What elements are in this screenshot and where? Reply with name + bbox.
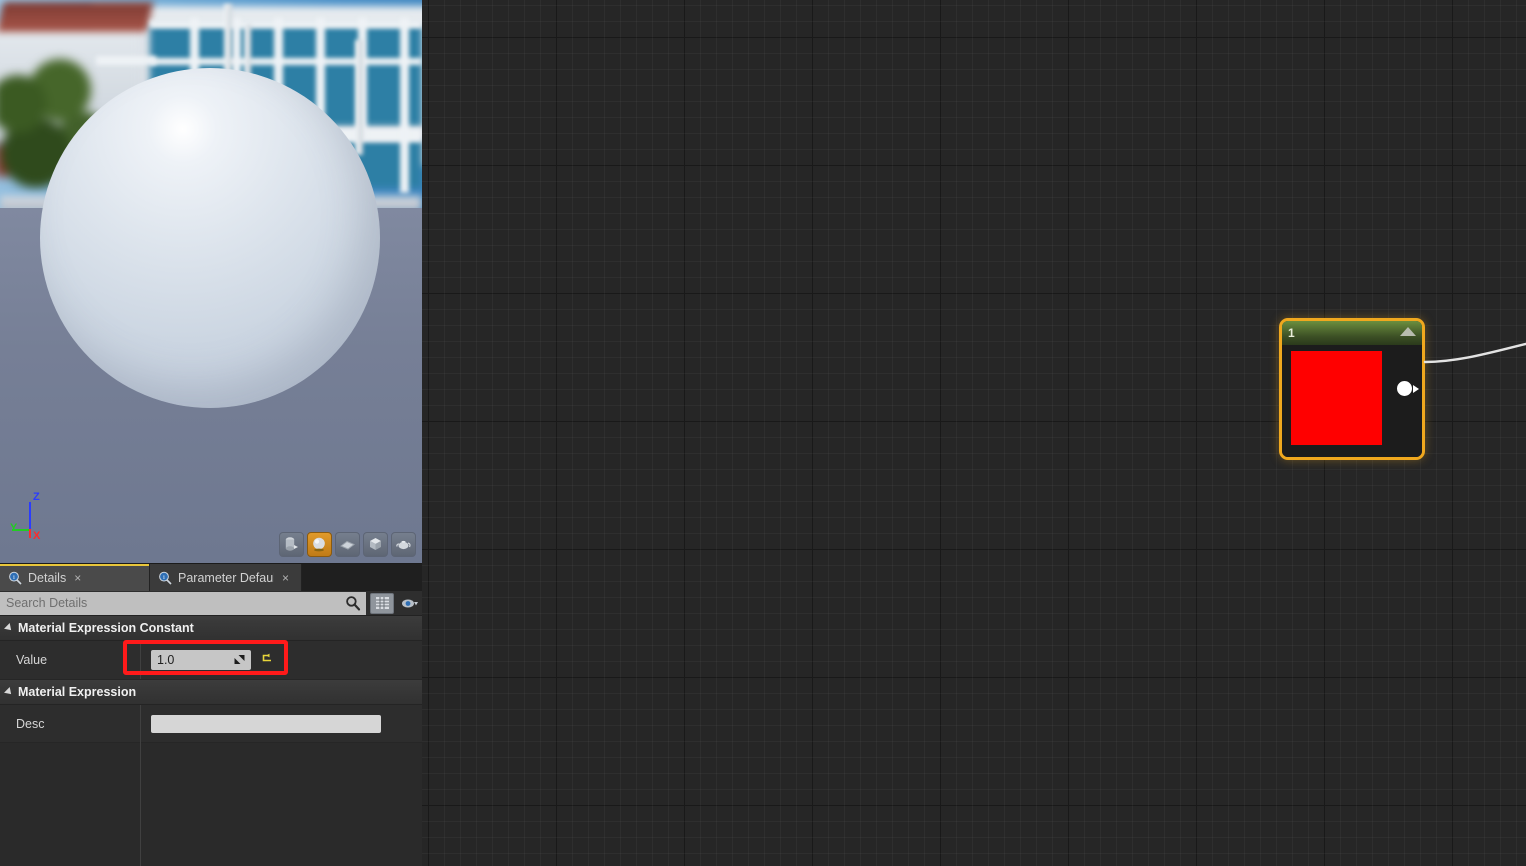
value-number-field[interactable] — [151, 650, 251, 670]
axis-x-line — [29, 529, 31, 538]
value-property-label: Value — [16, 653, 48, 667]
category-title: Material Expression Constant — [18, 621, 194, 635]
category-title: Material Expression — [18, 685, 137, 699]
grid-view-button[interactable] — [370, 592, 394, 614]
tab-details[interactable]: i Details × — [0, 564, 150, 591]
constant-preview-swatch — [1291, 351, 1382, 445]
expand-caret-icon[interactable] — [4, 623, 14, 633]
desc-property-value — [140, 705, 422, 742]
value-input[interactable] — [157, 653, 229, 667]
value-property-value — [140, 641, 422, 679]
desc-text-field[interactable] — [151, 714, 381, 733]
axis-z-label: Z — [33, 491, 40, 503]
axis-gizmo: Z Y X — [8, 491, 68, 547]
cube-preview-icon[interactable] — [363, 532, 388, 557]
material-preview-viewport[interactable]: Z Y X — [0, 0, 422, 563]
category-material-expression-constant[interactable]: Material Expression Constant — [0, 616, 422, 641]
column-divider — [140, 717, 141, 866]
sphere-preview-icon[interactable] — [307, 532, 332, 557]
axis-x-label: X — [33, 530, 41, 542]
pole — [355, 40, 363, 155]
ue-material-editor: Z Y X 1 i Details × i Parameter Defau × … — [0, 0, 1526, 866]
search-details-box[interactable] — [0, 591, 366, 616]
axis-y-label: Y — [10, 522, 18, 534]
details-content: Material Expression Constant Value 1.0 M… — [0, 616, 422, 866]
tab-parameter-defaults-label: Parameter Defaults — [178, 570, 274, 585]
drag-spinner-icon[interactable] — [233, 653, 246, 671]
constant-node-header[interactable]: 1 — [1282, 321, 1422, 345]
search-input[interactable] — [0, 591, 366, 615]
cylinder-preview-icon[interactable] — [279, 532, 304, 557]
teapot-preview-icon[interactable] — [391, 532, 416, 557]
search-icon — [345, 595, 361, 616]
value-property-row: Value — [0, 641, 422, 680]
desc-property-row: Desc — [0, 705, 422, 743]
tab-details-label: Details — [28, 570, 67, 585]
building-roof — [0, 2, 154, 32]
constant-node-title: 1 — [1288, 326, 1295, 340]
connection-wire — [1423, 342, 1526, 364]
constant-output-pin-arrow — [1413, 385, 1419, 393]
plane-preview-icon[interactable] — [335, 532, 360, 557]
reset-to-default-icon[interactable] — [260, 651, 274, 670]
view-options-button[interactable] — [398, 593, 422, 614]
preview-shape-toolbar — [279, 532, 416, 557]
preview-sphere-mesh — [40, 68, 380, 408]
parameter-defaults-info-icon: i — [158, 571, 172, 585]
tab-parameter-defaults-close[interactable]: × — [282, 571, 289, 585]
tab-details-close[interactable]: × — [74, 571, 81, 585]
axis-z-line — [29, 502, 31, 530]
constant-output-pin[interactable] — [1397, 381, 1412, 396]
constant-node-body — [1282, 345, 1422, 457]
collapse-triangle-icon[interactable] — [1400, 327, 1416, 336]
details-tabbar: i Details × i Parameter Defaults × — [0, 564, 422, 591]
desc-property-label: Desc — [16, 716, 45, 731]
category-material-expression[interactable]: Material Expression — [0, 680, 422, 705]
tab-parameter-defaults[interactable]: i Parameter Defaults × — [150, 564, 302, 591]
details-panel: i Details × i Parameter Defaults × — [0, 563, 422, 866]
expand-caret-icon[interactable] — [4, 687, 14, 697]
details-search-row — [0, 591, 422, 616]
material-graph-canvas[interactable]: 1 M_Ground1 Base ColorMetallicSpecularRo… — [422, 0, 1526, 866]
constant-node[interactable]: 1 — [1279, 318, 1425, 460]
details-info-icon: i — [8, 571, 22, 585]
mullion-v — [400, 18, 409, 193]
